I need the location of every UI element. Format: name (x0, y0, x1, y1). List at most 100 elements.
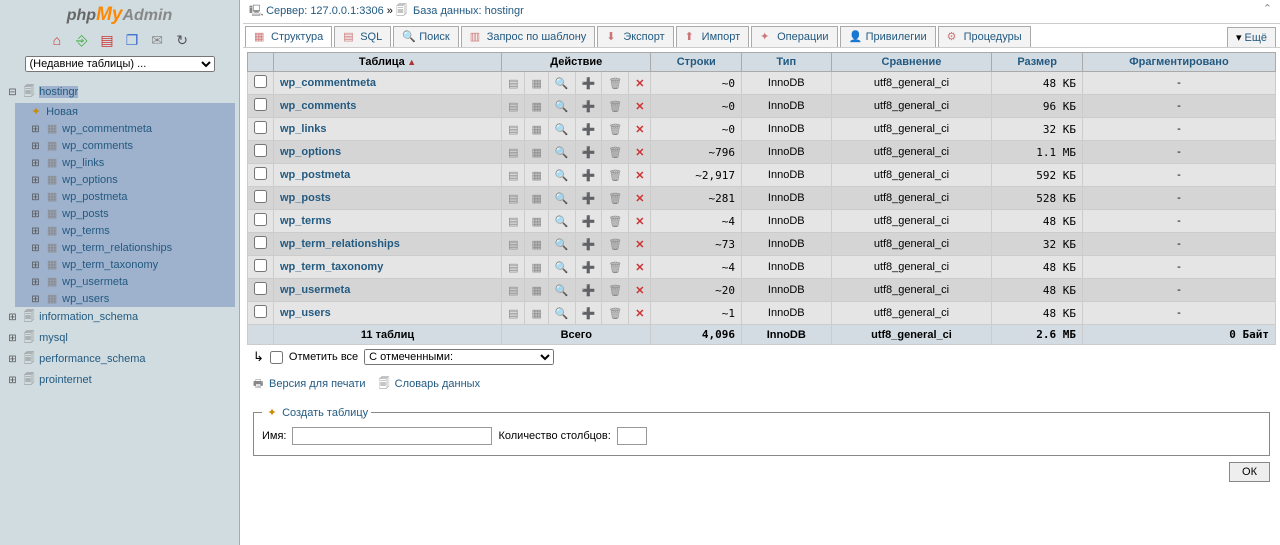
drop-icon[interactable]: ✕ (629, 164, 651, 187)
structure-icon[interactable]: ▦ (525, 256, 548, 279)
browse-icon[interactable]: ▤ (502, 210, 525, 233)
insert-icon[interactable]: ➕ (575, 256, 602, 279)
tab-search[interactable]: 🔍Поиск (393, 26, 458, 47)
tree-db[interactable]: ⊞ 🗐 mysql (6, 328, 235, 349)
search-icon[interactable]: 🔍 (548, 187, 575, 210)
row-checkbox[interactable] (254, 75, 267, 88)
browse-icon[interactable]: ▤ (502, 95, 525, 118)
drop-icon[interactable]: ✕ (629, 302, 651, 325)
with-selected-select[interactable]: С отмеченными: (364, 349, 554, 365)
row-checkbox[interactable] (254, 213, 267, 226)
insert-icon[interactable]: ➕ (575, 187, 602, 210)
tab-operations[interactable]: ✦Операции (751, 26, 837, 47)
empty-icon[interactable]: 🗑 (602, 279, 629, 302)
empty-icon[interactable]: 🗑 (602, 210, 629, 233)
browse-icon[interactable]: ▤ (502, 141, 525, 164)
insert-icon[interactable]: ➕ (575, 210, 602, 233)
tree-table[interactable]: ⊞ ▦ wp_term_relationships (29, 239, 235, 256)
tree-db[interactable]: ⊞ 🗐 information_schema (6, 307, 235, 328)
row-checkbox[interactable] (254, 167, 267, 180)
docs-icon[interactable]: ❐ (124, 32, 140, 48)
plus-icon[interactable]: ⊞ (29, 260, 42, 271)
table-name-link[interactable]: wp_options (280, 146, 341, 158)
empty-icon[interactable]: 🗑 (602, 233, 629, 256)
plus-icon[interactable]: ⊞ (29, 277, 42, 288)
tab-qbe[interactable]: ▥Запрос по шаблону (461, 26, 596, 47)
settings-icon[interactable]: ✉ (149, 32, 165, 48)
structure-icon[interactable]: ▦ (525, 187, 548, 210)
tree-db-hostingr[interactable]: ⊟ 🗐 hostingr (6, 82, 235, 103)
table-name-link[interactable]: wp_comments (280, 100, 356, 112)
browse-icon[interactable]: ▤ (502, 256, 525, 279)
row-checkbox[interactable] (254, 259, 267, 272)
search-icon[interactable]: 🔍 (548, 164, 575, 187)
structure-icon[interactable]: ▦ (525, 233, 548, 256)
search-icon[interactable]: 🔍 (548, 233, 575, 256)
bc-server[interactable]: Сервер: 127.0.0.1:3306 (266, 5, 384, 17)
minus-icon[interactable]: ⊟ (6, 87, 19, 98)
insert-icon[interactable]: ➕ (575, 164, 602, 187)
tree-db[interactable]: ⊞ 🗐 performance_schema (6, 349, 235, 370)
browse-icon[interactable]: ▤ (502, 279, 525, 302)
tree-table[interactable]: ⊞ ▦ wp_term_taxonomy (29, 256, 235, 273)
drop-icon[interactable]: ✕ (629, 279, 651, 302)
row-checkbox[interactable] (254, 282, 267, 295)
db-link[interactable]: hostingr (39, 86, 78, 98)
plus-icon[interactable]: ⊞ (29, 243, 42, 254)
drop-icon[interactable]: ✕ (629, 233, 651, 256)
tab-more[interactable]: ▾ Ещё (1227, 27, 1276, 47)
browse-icon[interactable]: ▤ (502, 118, 525, 141)
home-icon[interactable]: ⌂ (49, 32, 65, 48)
col-size[interactable]: Размер (992, 53, 1083, 72)
empty-icon[interactable]: 🗑 (602, 164, 629, 187)
plus-icon[interactable]: ⊞ (29, 175, 42, 186)
search-icon[interactable]: 🔍 (548, 118, 575, 141)
drop-icon[interactable]: ✕ (629, 72, 651, 95)
search-icon[interactable]: 🔍 (548, 141, 575, 164)
insert-icon[interactable]: ➕ (575, 95, 602, 118)
col-type[interactable]: Тип (742, 53, 831, 72)
col-table[interactable]: Таблица (274, 53, 502, 72)
tab-structure[interactable]: ▦Структура (245, 26, 332, 47)
plus-icon[interactable]: ⊞ (6, 333, 19, 344)
recent-tables-select[interactable]: (Недавние таблицы) ... (25, 56, 215, 72)
structure-icon[interactable]: ▦ (525, 210, 548, 233)
col-overhead[interactable]: Фрагментировано (1082, 53, 1275, 72)
sql-icon[interactable]: ▤ (99, 32, 115, 48)
tree-new[interactable]: ✦ Новая (29, 103, 235, 120)
empty-icon[interactable]: 🗑 (602, 141, 629, 164)
bc-db[interactable]: База данных: hostingr (413, 5, 524, 17)
empty-icon[interactable]: 🗑 (602, 256, 629, 279)
ok-button[interactable]: ОК (1229, 462, 1270, 482)
table-name-link[interactable]: wp_postmeta (280, 169, 350, 181)
tree-table[interactable]: ⊞ ▦ wp_postmeta (29, 188, 235, 205)
row-checkbox[interactable] (254, 305, 267, 318)
plus-icon[interactable]: ⊞ (29, 158, 42, 169)
browse-icon[interactable]: ▤ (502, 233, 525, 256)
tab-import[interactable]: ⬆Импорт (676, 26, 749, 47)
tree-table[interactable]: ⊞ ▦ wp_users (29, 290, 235, 307)
tab-routines[interactable]: ⚙Процедуры (938, 26, 1031, 47)
cols-input[interactable] (617, 427, 647, 445)
col-collation[interactable]: Сравнение (831, 53, 992, 72)
tree-table[interactable]: ⊞ ▦ wp_links (29, 154, 235, 171)
plus-icon[interactable]: ⊞ (6, 354, 19, 365)
table-name-link[interactable]: wp_commentmeta (280, 77, 376, 89)
tab-export[interactable]: ⬇Экспорт (597, 26, 673, 47)
empty-icon[interactable]: 🗑 (602, 95, 629, 118)
drop-icon[interactable]: ✕ (629, 141, 651, 164)
collapse-icon[interactable]: ⌃ (1263, 2, 1272, 15)
drop-icon[interactable]: ✕ (629, 95, 651, 118)
table-name-link[interactable]: wp_term_relationships (280, 238, 400, 250)
tree-table[interactable]: ⊞ ▦ wp_posts (29, 205, 235, 222)
table-name-link[interactable]: wp_posts (280, 192, 331, 204)
browse-icon[interactable]: ▤ (502, 187, 525, 210)
insert-icon[interactable]: ➕ (575, 141, 602, 164)
empty-icon[interactable]: 🗑 (602, 72, 629, 95)
insert-icon[interactable]: ➕ (575, 233, 602, 256)
search-icon[interactable]: 🔍 (548, 302, 575, 325)
plus-icon[interactable]: ⊞ (6, 312, 19, 323)
checkall-label[interactable]: Отметить все (289, 351, 358, 363)
tree-table[interactable]: ⊞ ▦ wp_usermeta (29, 273, 235, 290)
col-rows[interactable]: Строки (651, 53, 742, 72)
